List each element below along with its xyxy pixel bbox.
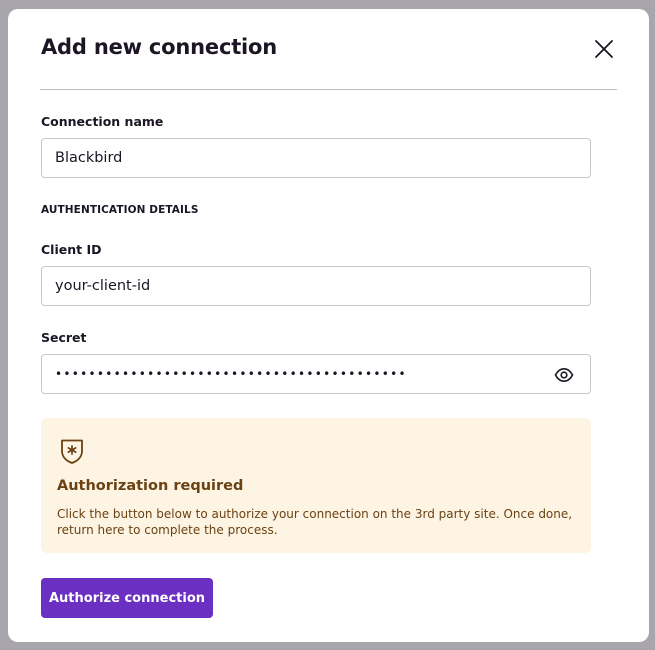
- connection-name-label: Connection name: [41, 114, 164, 129]
- close-icon: [595, 40, 613, 58]
- add-connection-dialog: Add new connection Connection name AUTHE…: [8, 9, 649, 642]
- dialog-title: Add new connection: [41, 35, 278, 59]
- secret-field[interactable]: [41, 354, 591, 394]
- connection-name-field[interactable]: [41, 138, 591, 178]
- client-id-input[interactable]: [42, 267, 590, 305]
- show-secret-button[interactable]: [554, 365, 574, 385]
- client-id-label: Client ID: [41, 242, 102, 257]
- authorization-callout: Authorization required Click the button …: [41, 418, 591, 553]
- callout-title: Authorization required: [57, 478, 244, 494]
- authorize-connection-button[interactable]: Authorize connection: [41, 578, 213, 618]
- secret-label: Secret: [41, 330, 87, 345]
- client-id-field[interactable]: [41, 266, 591, 306]
- secret-input[interactable]: [42, 355, 590, 393]
- connection-name-input[interactable]: [42, 139, 590, 177]
- eye-icon: [554, 368, 574, 382]
- auth-details-heading: AUTHENTICATION DETAILS: [41, 204, 199, 216]
- close-button[interactable]: [592, 37, 616, 61]
- shield-star-icon: [58, 437, 86, 465]
- callout-body: Click the button below to authorize your…: [57, 507, 573, 537]
- header-divider: [40, 89, 617, 90]
